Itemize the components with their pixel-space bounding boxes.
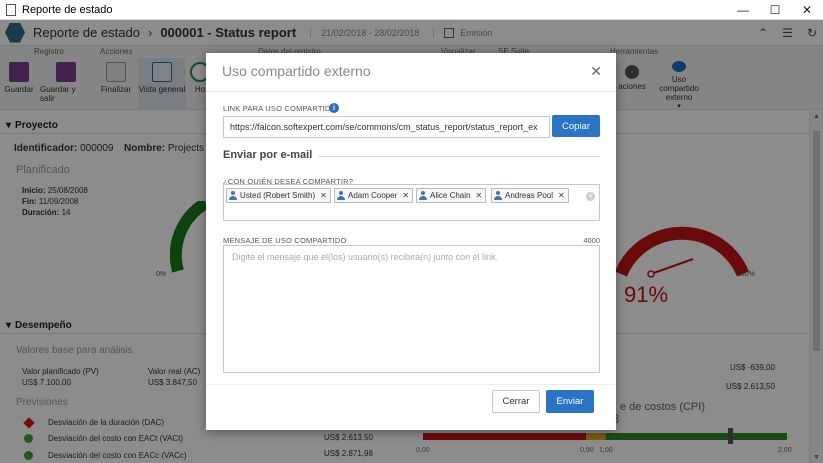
remove-recipient-icon[interactable]: ✕ [320,191,327,200]
window-controls: — ☐ ✕ [727,0,823,20]
close-window-button[interactable]: ✕ [791,0,823,20]
dialog-close-icon[interactable]: ✕ [590,63,602,80]
clear-recipients-icon[interactable]: ✕ [586,192,595,201]
recipient-name: Alice Chain [430,191,471,200]
recipient-name: Adam Cooper [348,191,398,200]
close-button[interactable]: Cerrar [492,390,540,413]
user-icon [337,191,345,200]
info-icon[interactable]: i [329,103,339,113]
copy-button[interactable]: Copiar [552,115,600,137]
user-icon [419,191,427,200]
recipient-chip: Usted (Robert Smith) ✕ [226,188,331,203]
window-title: Reporte de estado [22,3,113,16]
recipient-chip: Andreas Pool ✕ [491,188,569,203]
recipient-name: Usted (Robert Smith) [240,191,316,200]
dialog-divider [206,91,616,92]
recipients-input[interactable]: Usted (Robert Smith) ✕ Adam Cooper ✕ Ali… [223,184,600,221]
message-char-limit: 4000 [583,236,600,245]
user-icon [494,191,502,200]
send-button[interactable]: Enviar [546,390,594,413]
email-section-heading: Enviar por e-mail [223,149,313,161]
share-link-input[interactable]: https://falcon.softexpert.com/se/commons… [223,116,550,138]
remove-recipient-icon[interactable]: ✕ [402,191,409,200]
recipient-chip: Alice Chain ✕ [416,188,487,203]
recipient-name: Andreas Pool [505,191,554,200]
dialog-title: Uso compartido externo [222,63,371,79]
recipient-chip: Adam Cooper ✕ [334,188,414,203]
dialog-footer-divider [206,384,616,385]
window-title-bar: Reporte de estado — ☐ ✕ [0,0,823,20]
remove-recipient-icon[interactable]: ✕ [475,191,482,200]
share-link-label: LINK PARA USO COMPARTIDO [223,104,337,113]
remove-recipient-icon[interactable]: ✕ [558,191,565,200]
document-icon [6,3,16,16]
minimize-button[interactable]: — [727,0,759,20]
maximize-button[interactable]: ☐ [759,0,791,20]
message-textarea[interactable]: Digite el mensaje que el(los) usuario(s)… [223,245,600,373]
message-label: MENSAJE DE USO COMPARTIDO [223,236,347,245]
user-icon [229,191,237,200]
email-section-divider [318,156,600,157]
external-share-dialog: Uso compartido externo ✕ LINK PARA USO C… [206,53,616,430]
